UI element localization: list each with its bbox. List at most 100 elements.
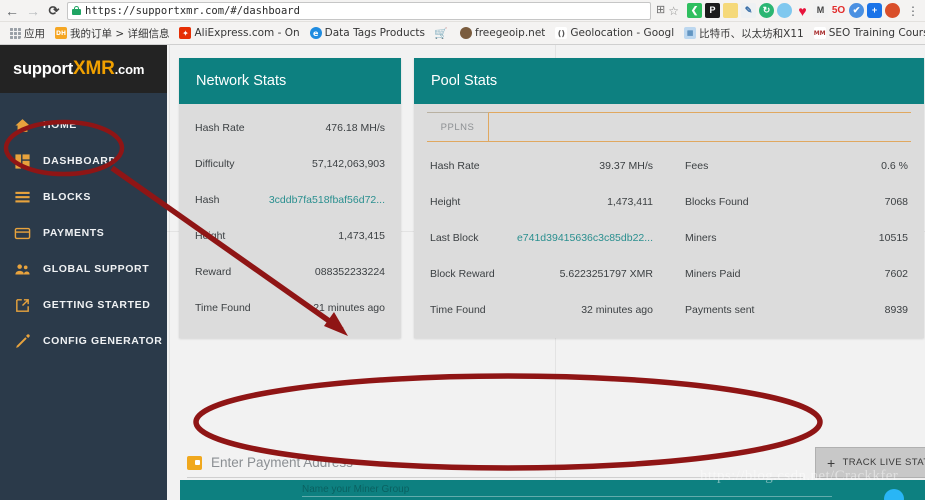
sidebar-item-dashboard[interactable]: DASHBOARD xyxy=(0,143,167,179)
sidebar-item-payments[interactable]: PAYMENTS xyxy=(0,215,167,251)
bookmark-apps[interactable]: 应用 xyxy=(4,24,50,43)
url-text: https://supportxmr.com/#/dashboard xyxy=(85,4,300,17)
bookmark-star-icon[interactable]: ☆ xyxy=(668,4,679,18)
seo-extension-icon[interactable]: 5O xyxy=(831,3,846,18)
brand-xmr: XMR xyxy=(73,58,115,79)
stat-value: 8939 xyxy=(884,304,908,316)
heart-extension-icon[interactable]: ♥ xyxy=(795,3,810,18)
stat-value: 21 minutes ago xyxy=(313,302,385,314)
sidebar-item-label: DASHBOARD xyxy=(43,155,117,167)
stat-value-link[interactable]: 3cddb7fa518fbaf56d72... xyxy=(269,194,385,206)
pool-stats-title: Pool Stats xyxy=(431,73,498,89)
balloon-extension-icon[interactable] xyxy=(777,3,792,18)
layout-guide xyxy=(169,45,170,430)
sidebar-item-blocks[interactable]: BLOCKS xyxy=(0,179,167,215)
sidebar-item-config-generator[interactable]: CONFIG GENERATOR xyxy=(0,323,167,359)
sidebar-item-global-support[interactable]: GLOBAL SUPPORT xyxy=(0,251,167,287)
stat-value: 39.37 MH/s xyxy=(599,160,653,172)
table-row: Payments sent 8939 xyxy=(669,292,924,328)
lock-icon xyxy=(72,6,81,15)
brand-text: supportXMR.com xyxy=(13,58,144,80)
translate-icon[interactable]: ⊞ xyxy=(656,5,665,16)
app-root: ← → ⟳ https://supportxmr.com/#/dashboard… xyxy=(0,0,925,500)
stat-key: Last Block xyxy=(430,232,479,244)
stat-value: 7068 xyxy=(884,196,908,208)
bookmark-label: SEO Training Course xyxy=(828,27,925,39)
brand-support: support xyxy=(13,60,74,78)
sidebar-nav: HOME DASHBOARD BLOCKS PAYMENTS GLOBAL SU… xyxy=(0,93,167,359)
dashboard-icon xyxy=(14,153,31,170)
tabs-filler xyxy=(489,112,911,141)
mailtrack-extension-icon[interactable]: M xyxy=(813,3,828,18)
tab-pplns[interactable]: PPLNS xyxy=(427,112,489,141)
stat-key: Difficulty xyxy=(195,158,235,170)
bookmark-cart[interactable]: 🛒 xyxy=(430,24,455,43)
bookmark-label: 应用 xyxy=(24,27,45,40)
seo-training-icon: MM xyxy=(813,27,826,39)
stat-key: Hash Rate xyxy=(430,160,480,172)
brand-logo[interactable]: supportXMR.com xyxy=(0,45,167,93)
bookmark-geolocation[interactable]: () Geolocation - Googl xyxy=(550,24,679,43)
back-button[interactable]: ← xyxy=(4,4,20,18)
table-row: Miners Paid 7602 xyxy=(669,256,924,292)
forward-button[interactable]: → xyxy=(25,4,41,18)
network-stats-title: Network Stats xyxy=(196,73,287,89)
dh-icon: DH xyxy=(55,27,67,39)
config-generator-icon xyxy=(14,333,31,350)
sidebar-item-label: HOME xyxy=(43,119,77,131)
table-row: Time Found 21 minutes ago xyxy=(179,290,401,326)
share-extension-icon[interactable]: ❮ xyxy=(687,3,702,18)
refresh-extension-icon[interactable]: ↻ xyxy=(759,3,774,18)
bookmark-my-orders[interactable]: DH 我的订单 > 详细信息 xyxy=(50,24,174,43)
pool-stats-tabs: PPLNS xyxy=(427,112,911,142)
page-viewport: supportXMR.com HOME DASHBOARD BLOCKS PAY… xyxy=(0,45,925,500)
bookmark-label: 比特币、以太坊和X11 xyxy=(699,27,804,40)
sidebar-item-home[interactable]: HOME xyxy=(0,107,167,143)
bitcoin-site-icon: ▦ xyxy=(684,27,697,39)
network-stats-header: Network Stats xyxy=(179,58,401,104)
stat-value: 088352233224 xyxy=(314,266,385,278)
bookmark-data-tags-products[interactable]: e Data Tags Products xyxy=(305,24,430,43)
miner-group-placeholder: Name your Miner Group xyxy=(302,484,410,495)
pool-stats-body: Hash Rate 39.37 MH/s Height 1,473,411 La… xyxy=(414,142,924,338)
stat-key: Time Found xyxy=(430,304,486,316)
pocket-extension-icon[interactable]: P xyxy=(705,3,720,18)
browser-menu-icon[interactable]: ⋮ xyxy=(905,4,921,18)
stat-key: Reward xyxy=(195,266,232,278)
stat-value-link[interactable]: e741d39415636c3c85db22... xyxy=(517,232,653,244)
colorzilla-extension-icon[interactable] xyxy=(723,3,738,18)
stat-value: 57,142,063,903 xyxy=(312,158,385,170)
reload-button[interactable]: ⟳ xyxy=(46,4,62,17)
home-icon xyxy=(14,117,31,134)
add-extension-icon[interactable]: + xyxy=(867,3,882,18)
sidebar: supportXMR.com HOME DASHBOARD BLOCKS PAY… xyxy=(0,45,167,500)
bookmark-freegeoip[interactable]: freegeoip.net xyxy=(455,24,550,43)
stats-panels: Network Stats Hash Rate 476.18 MH/s Diff… xyxy=(179,58,924,338)
artist-extension-icon[interactable]: ✎ xyxy=(741,3,756,18)
stat-key: Hash xyxy=(195,194,220,206)
bookmark-bitcoin-ethereum[interactable]: ▦ 比特币、以太坊和X11 xyxy=(679,24,809,43)
table-row: Block Reward 5.6223251797 XMR xyxy=(414,256,669,292)
sidebar-item-getting-started[interactable]: GETTING STARTED xyxy=(0,287,167,323)
stat-key: Miners xyxy=(685,232,717,244)
watermark-text: https://blog.csdn.net/Crackkfer xyxy=(700,468,899,484)
blocks-icon xyxy=(14,189,31,206)
bookmark-label: Geolocation - Googl xyxy=(570,27,675,39)
bookmark-seo-training[interactable]: MM SEO Training Course xyxy=(809,24,925,43)
stat-key: Payments sent xyxy=(685,304,755,316)
sidebar-item-label: CONFIG GENERATOR xyxy=(43,335,163,347)
table-row: Last Block e741d39415636c3c85db22... xyxy=(414,220,669,256)
misc-extension-icon[interactable] xyxy=(885,3,900,18)
stat-key: Height xyxy=(430,196,461,208)
table-row: Hash Rate 39.37 MH/s xyxy=(414,148,669,184)
address-bar[interactable]: https://supportxmr.com/#/dashboard xyxy=(67,1,652,20)
miner-group-underline xyxy=(302,496,832,497)
payment-address-placeholder: Enter Payment Address xyxy=(211,455,353,470)
stat-key: Block Reward xyxy=(430,268,495,280)
check-extension-icon[interactable]: ✔ xyxy=(849,3,864,18)
bookmark-aliexpress[interactable]: ✦ AliExpress.com - On xyxy=(174,24,304,43)
apps-grid-icon xyxy=(9,27,21,39)
main-content: Network Stats Hash Rate 476.18 MH/s Diff… xyxy=(167,45,925,500)
bookmark-label: 我的订单 > 详细信息 xyxy=(70,27,170,40)
stat-value: 10515 xyxy=(878,232,908,244)
